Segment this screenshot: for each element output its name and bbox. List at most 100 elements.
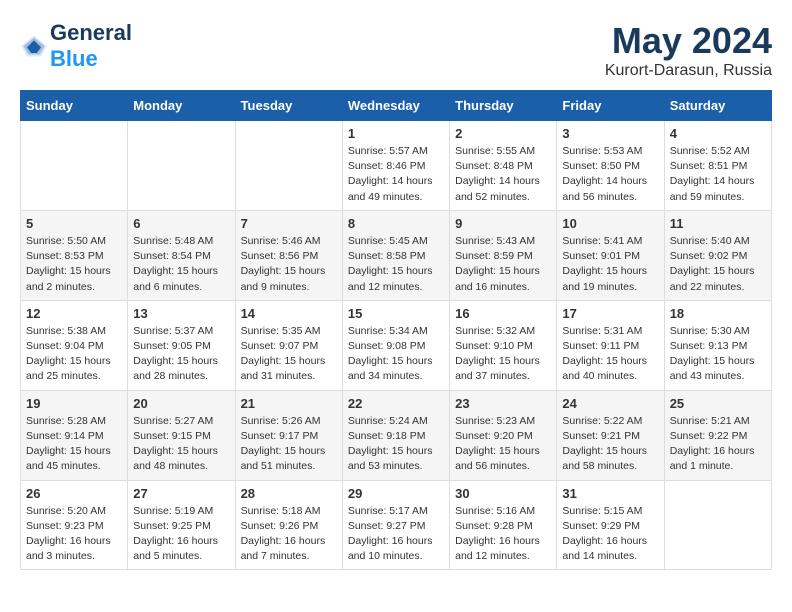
header-wednesday: Wednesday bbox=[342, 91, 449, 121]
day-info: Sunrise: 5:28 AMSunset: 9:14 PMDaylight:… bbox=[26, 414, 122, 475]
day-info: Sunrise: 5:41 AMSunset: 9:01 PMDaylight:… bbox=[562, 234, 658, 295]
day-info: Sunrise: 5:35 AMSunset: 9:07 PMDaylight:… bbox=[241, 324, 337, 385]
calendar-cell: 24 Sunrise: 5:22 AMSunset: 9:21 PMDayligh… bbox=[557, 390, 664, 480]
calendar-cell: 7Sunrise: 5:46 AMSunset: 8:56 PMDaylight… bbox=[235, 210, 342, 300]
day-number: 23 bbox=[455, 396, 551, 411]
day-info: Sunrise: 5:48 AMSunset: 8:54 PMDaylight:… bbox=[133, 234, 229, 295]
day-number: 6 bbox=[133, 216, 229, 231]
day-info: Sunrise: 5:17 AMSunset: 9:27 PMDaylight:… bbox=[348, 504, 444, 565]
calendar-cell: 23 Sunrise: 5:23 AMSunset: 9:20 PMDayligh… bbox=[450, 390, 557, 480]
calendar-cell: 6 Sunrise: 5:48 AMSunset: 8:54 PMDaylight… bbox=[128, 210, 235, 300]
day-number: 24 bbox=[562, 396, 658, 411]
calendar-header: SundayMondayTuesdayWednesdayThursdayFrid… bbox=[21, 91, 772, 121]
location-title: Kurort-Darasun, Russia bbox=[605, 62, 772, 80]
day-number: 11 bbox=[670, 216, 766, 231]
week-row-4: 19 Sunrise: 5:28 AMSunset: 9:14 PMDayligh… bbox=[21, 390, 772, 480]
calendar-cell: 15Sunrise: 5:34 AMSunset: 9:08 PMDayligh… bbox=[342, 300, 449, 390]
day-number: 25 bbox=[670, 396, 766, 411]
calendar-cell: 20Sunrise: 5:27 AMSunset: 9:15 PMDayligh… bbox=[128, 390, 235, 480]
week-row-1: 1 Sunrise: 5:57 AMSunset: 8:46 PMDaylight… bbox=[21, 121, 772, 211]
calendar-cell: 27 Sunrise: 5:19 AMSunset: 9:25 PMDayligh… bbox=[128, 480, 235, 570]
calendar-cell: 9 Sunrise: 5:43 AMSunset: 8:59 PMDaylight… bbox=[450, 210, 557, 300]
calendar-cell: 12Sunrise: 5:38 AMSunset: 9:04 PMDayligh… bbox=[21, 300, 128, 390]
day-number: 13 bbox=[133, 306, 229, 321]
day-info: Sunrise: 5:32 AMSunset: 9:10 PMDaylight:… bbox=[455, 324, 551, 385]
day-number: 26 bbox=[26, 486, 122, 501]
day-info: Sunrise: 5:55 AMSunset: 8:48 PMDaylight:… bbox=[455, 144, 551, 205]
calendar-cell: 4 Sunrise: 5:52 AMSunset: 8:51 PMDaylight… bbox=[664, 121, 771, 211]
day-info: Sunrise: 5:26 AMSunset: 9:17 PMDaylight:… bbox=[241, 414, 337, 475]
day-number: 16 bbox=[455, 306, 551, 321]
day-number: 31 bbox=[562, 486, 658, 501]
day-info: Sunrise: 5:31 AMSunset: 9:11 PMDaylight:… bbox=[562, 324, 658, 385]
week-row-3: 12Sunrise: 5:38 AMSunset: 9:04 PMDayligh… bbox=[21, 300, 772, 390]
day-number: 7 bbox=[241, 216, 337, 231]
day-info: Sunrise: 5:52 AMSunset: 8:51 PMDaylight:… bbox=[670, 144, 766, 205]
calendar-cell bbox=[235, 121, 342, 211]
day-info: Sunrise: 5:19 AMSunset: 9:25 PMDaylight:… bbox=[133, 504, 229, 565]
calendar-cell: 25Sunrise: 5:21 AMSunset: 9:22 PMDayligh… bbox=[664, 390, 771, 480]
day-info: Sunrise: 5:45 AMSunset: 8:58 PMDaylight:… bbox=[348, 234, 444, 295]
day-info: Sunrise: 5:57 AMSunset: 8:46 PMDaylight:… bbox=[348, 144, 444, 205]
calendar-cell: 10Sunrise: 5:41 AMSunset: 9:01 PMDayligh… bbox=[557, 210, 664, 300]
calendar-cell: 18 Sunrise: 5:30 AMSunset: 9:13 PMDayligh… bbox=[664, 300, 771, 390]
calendar-cell: 22Sunrise: 5:24 AMSunset: 9:18 PMDayligh… bbox=[342, 390, 449, 480]
day-number: 18 bbox=[670, 306, 766, 321]
header-row: SundayMondayTuesdayWednesdayThursdayFrid… bbox=[21, 91, 772, 121]
calendar-cell: 16 Sunrise: 5:32 AMSunset: 9:10 PMDayligh… bbox=[450, 300, 557, 390]
day-info: Sunrise: 5:22 AMSunset: 9:21 PMDaylight:… bbox=[562, 414, 658, 475]
day-number: 2 bbox=[455, 126, 551, 141]
day-info: Sunrise: 5:18 AMSunset: 9:26 PMDaylight:… bbox=[241, 504, 337, 565]
calendar-cell bbox=[664, 480, 771, 570]
day-number: 22 bbox=[348, 396, 444, 411]
day-info: Sunrise: 5:23 AMSunset: 9:20 PMDaylight:… bbox=[455, 414, 551, 475]
calendar-cell bbox=[21, 121, 128, 211]
header-saturday: Saturday bbox=[664, 91, 771, 121]
day-number: 28 bbox=[241, 486, 337, 501]
calendar-body: 1 Sunrise: 5:57 AMSunset: 8:46 PMDaylight… bbox=[21, 121, 772, 570]
logo: General Blue bbox=[20, 20, 132, 72]
calendar-cell: 30 Sunrise: 5:16 AMSunset: 9:28 PMDayligh… bbox=[450, 480, 557, 570]
calendar-cell: 17 Sunrise: 5:31 AMSunset: 9:11 PMDayligh… bbox=[557, 300, 664, 390]
day-number: 9 bbox=[455, 216, 551, 231]
calendar-cell: 11 Sunrise: 5:40 AMSunset: 9:02 PMDayligh… bbox=[664, 210, 771, 300]
calendar-cell: 2 Sunrise: 5:55 AMSunset: 8:48 PMDaylight… bbox=[450, 121, 557, 211]
day-info: Sunrise: 5:37 AMSunset: 9:05 PMDaylight:… bbox=[133, 324, 229, 385]
calendar-cell: 5 Sunrise: 5:50 AMSunset: 8:53 PMDaylight… bbox=[21, 210, 128, 300]
day-info: Sunrise: 5:50 AMSunset: 8:53 PMDaylight:… bbox=[26, 234, 122, 295]
day-number: 5 bbox=[26, 216, 122, 231]
month-title: May 2024 bbox=[605, 20, 772, 62]
day-number: 1 bbox=[348, 126, 444, 141]
logo-text: General Blue bbox=[50, 20, 132, 72]
week-row-5: 26Sunrise: 5:20 AMSunset: 9:23 PMDayligh… bbox=[21, 480, 772, 570]
day-number: 17 bbox=[562, 306, 658, 321]
calendar-cell: 14 Sunrise: 5:35 AMSunset: 9:07 PMDayligh… bbox=[235, 300, 342, 390]
calendar-cell: 8Sunrise: 5:45 AMSunset: 8:58 PMDaylight… bbox=[342, 210, 449, 300]
day-number: 4 bbox=[670, 126, 766, 141]
day-number: 19 bbox=[26, 396, 122, 411]
day-number: 30 bbox=[455, 486, 551, 501]
header-sunday: Sunday bbox=[21, 91, 128, 121]
calendar-cell: 3Sunrise: 5:53 AMSunset: 8:50 PMDaylight… bbox=[557, 121, 664, 211]
calendar-cell: 31 Sunrise: 5:15 AMSunset: 9:29 PMDayligh… bbox=[557, 480, 664, 570]
day-info: Sunrise: 5:16 AMSunset: 9:28 PMDaylight:… bbox=[455, 504, 551, 565]
title-area: May 2024 Kurort-Darasun, Russia bbox=[605, 20, 772, 80]
day-info: Sunrise: 5:30 AMSunset: 9:13 PMDaylight:… bbox=[670, 324, 766, 385]
calendar-cell: 29 Sunrise: 5:17 AMSunset: 9:27 PMDayligh… bbox=[342, 480, 449, 570]
day-info: Sunrise: 5:15 AMSunset: 9:29 PMDaylight:… bbox=[562, 504, 658, 565]
header-tuesday: Tuesday bbox=[235, 91, 342, 121]
day-number: 29 bbox=[348, 486, 444, 501]
day-info: Sunrise: 5:27 AMSunset: 9:15 PMDaylight:… bbox=[133, 414, 229, 475]
calendar-cell: 13 Sunrise: 5:37 AMSunset: 9:05 PMDayligh… bbox=[128, 300, 235, 390]
calendar-cell: 19 Sunrise: 5:28 AMSunset: 9:14 PMDayligh… bbox=[21, 390, 128, 480]
day-number: 27 bbox=[133, 486, 229, 501]
day-info: Sunrise: 5:38 AMSunset: 9:04 PMDaylight:… bbox=[26, 324, 122, 385]
day-info: Sunrise: 5:40 AMSunset: 9:02 PMDaylight:… bbox=[670, 234, 766, 295]
calendar-cell: 26Sunrise: 5:20 AMSunset: 9:23 PMDayligh… bbox=[21, 480, 128, 570]
day-info: Sunrise: 5:43 AMSunset: 8:59 PMDaylight:… bbox=[455, 234, 551, 295]
logo-icon bbox=[20, 32, 48, 60]
day-info: Sunrise: 5:34 AMSunset: 9:08 PMDaylight:… bbox=[348, 324, 444, 385]
day-number: 14 bbox=[241, 306, 337, 321]
header-friday: Friday bbox=[557, 91, 664, 121]
calendar-cell: 21Sunrise: 5:26 AMSunset: 9:17 PMDayligh… bbox=[235, 390, 342, 480]
